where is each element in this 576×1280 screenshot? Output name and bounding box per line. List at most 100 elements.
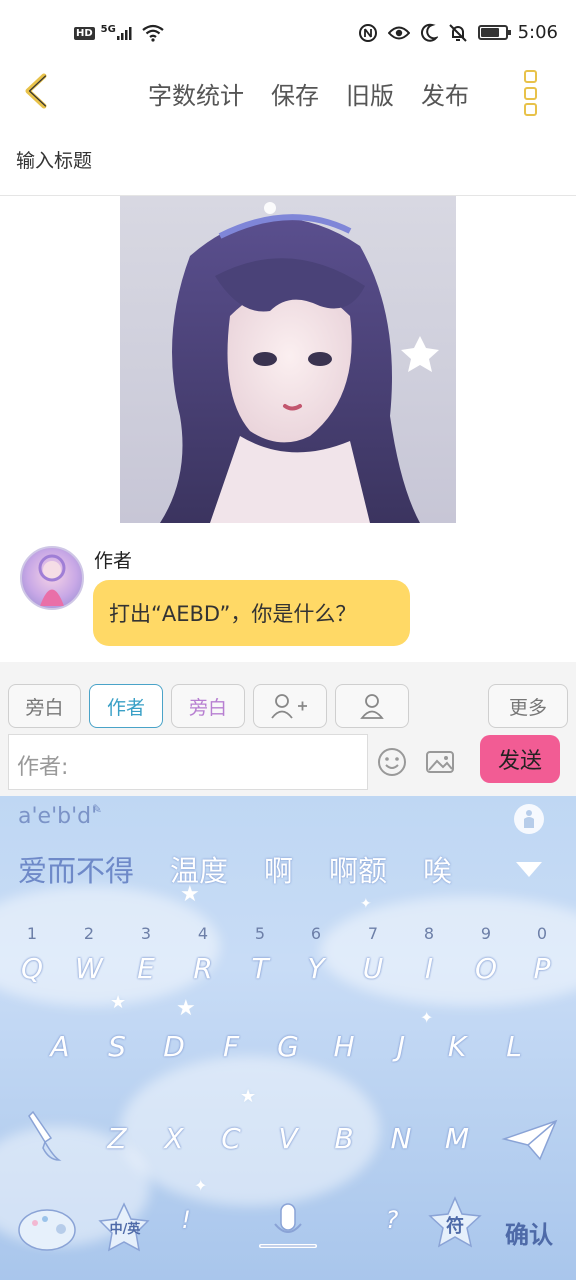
key-a[interactable]: A	[40, 1030, 80, 1063]
sparkle-icon: ✦	[360, 896, 372, 912]
key-exclamation[interactable]: !	[166, 1206, 206, 1234]
key-r[interactable]: R	[183, 952, 223, 985]
bell-off-icon	[448, 23, 467, 42]
key-hint: 1	[26, 924, 38, 943]
more-label: 更多	[508, 696, 547, 719]
word-count-button[interactable]: 字数统计	[148, 76, 244, 111]
candidate-item[interactable]: 爱而不得	[18, 848, 134, 890]
key-v[interactable]: V	[268, 1122, 308, 1155]
key-k[interactable]: K	[437, 1030, 477, 1063]
hd-badge: HD	[74, 26, 95, 40]
candidate-item[interactable]: 啊额	[329, 848, 387, 890]
network-type: 5G	[100, 23, 116, 35]
symbol-label: 符	[446, 1216, 464, 1237]
key-x[interactable]: X	[154, 1122, 194, 1155]
wifi-icon	[142, 24, 164, 42]
edit-pinyin-icon[interactable]: ✎	[92, 802, 102, 816]
brush-icon	[28, 1110, 62, 1161]
key-hint: 5	[254, 924, 266, 943]
key-hint: 8	[423, 924, 435, 943]
key-h[interactable]: H	[324, 1030, 364, 1063]
add-character-button[interactable]	[253, 684, 327, 728]
role-narrator-alt-button[interactable]: 旁白	[171, 684, 245, 728]
title-input[interactable]: 输入标题	[16, 146, 92, 173]
eye-icon	[387, 26, 410, 39]
input-prefix: 作者:	[17, 755, 69, 780]
key-o[interactable]: O	[466, 952, 506, 985]
pinyin-composition: a'e'b'd'	[18, 804, 98, 829]
key-s[interactable]: S	[97, 1030, 137, 1063]
language-switch-key[interactable]: 中/英	[98, 1202, 152, 1252]
top-toolbar: 字数统计 保存 旧版 发布	[0, 62, 576, 124]
message-input[interactable]: 作者:	[8, 734, 368, 790]
backspace-key[interactable]	[498, 1112, 562, 1168]
message-bubble[interactable]: 打出“AEBD”，你是什么？	[93, 580, 410, 646]
key-j[interactable]: J	[381, 1030, 421, 1063]
symbol-key[interactable]: 符	[428, 1196, 482, 1254]
send-button[interactable]: 发送	[480, 735, 560, 783]
key-e[interactable]: E	[126, 952, 166, 985]
key-z[interactable]: Z	[97, 1122, 137, 1155]
illustration	[160, 202, 439, 523]
key-t[interactable]: T	[240, 952, 280, 985]
key-f[interactable]: F	[211, 1030, 251, 1063]
key-u[interactable]: U	[353, 952, 393, 985]
key-y[interactable]: Y	[296, 952, 336, 985]
sparkle-icon: ✦	[194, 1176, 208, 1195]
key-w[interactable]: W	[69, 952, 109, 985]
confirm-key[interactable]: 确认	[494, 1210, 564, 1254]
key-hint: 4	[197, 924, 209, 943]
key-i[interactable]: I	[409, 952, 449, 985]
signal-icon	[116, 27, 132, 40]
key-hint: 3	[140, 924, 152, 943]
role-narrator-button[interactable]: 旁白	[8, 684, 81, 728]
space-key[interactable]	[250, 1200, 326, 1256]
key-b[interactable]: B	[324, 1122, 364, 1155]
sparkle-icon: ★	[240, 1086, 257, 1107]
keyboard-logo-icon[interactable]	[512, 802, 546, 836]
shift-key[interactable]	[18, 1106, 68, 1166]
candidate-item[interactable]: 啊	[264, 848, 293, 890]
emoji-palette-key[interactable]	[16, 1202, 80, 1258]
compose-panel: 旁白 作者 旁白 更多 作者: 发送	[0, 662, 576, 796]
menu-dot	[523, 70, 537, 83]
key-hint: 6	[310, 924, 322, 943]
menu-dot	[523, 103, 537, 116]
key-n[interactable]: N	[381, 1122, 421, 1155]
key-q[interactable]: Q	[12, 952, 52, 985]
image-icon[interactable]	[424, 746, 456, 778]
microphone-icon	[259, 1203, 317, 1248]
more-button[interactable]: 更多	[488, 684, 568, 728]
avatar[interactable]	[20, 546, 84, 610]
save-button[interactable]: 保存	[271, 76, 319, 111]
user-icon	[360, 694, 384, 719]
key-g[interactable]: G	[268, 1030, 308, 1063]
story-image[interactable]	[120, 196, 456, 523]
character-button[interactable]	[335, 684, 409, 728]
sparkle-icon: ★	[176, 996, 196, 1021]
message-text: 打出“AEBD”，你是什么？	[109, 602, 357, 626]
emoji-icon[interactable]	[376, 746, 408, 778]
user-add-icon	[271, 694, 307, 719]
key-m[interactable]: M	[437, 1122, 477, 1155]
sparkle-icon: ★	[110, 992, 127, 1013]
paper-plane-icon	[501, 1119, 558, 1161]
sparkle-icon: ✦	[420, 1008, 434, 1027]
role-author-button[interactable]: 作者	[89, 684, 163, 728]
status-bar: HD 5G 5:06	[0, 0, 576, 70]
expand-candidates-icon[interactable]	[516, 862, 542, 877]
key-question[interactable]: ?	[372, 1206, 412, 1234]
candidate-item[interactable]: 唉	[423, 848, 452, 890]
moon-icon	[420, 23, 438, 42]
publish-button[interactable]: 发布	[421, 76, 469, 111]
status-right: 5:06	[358, 22, 558, 43]
back-icon[interactable]	[16, 68, 62, 114]
nfc-icon	[358, 23, 377, 42]
more-menu-icon[interactable]	[522, 70, 538, 116]
language-label: 中/英	[109, 1221, 141, 1237]
old-version-button[interactable]: 旧版	[346, 76, 394, 111]
key-l[interactable]: L	[494, 1030, 534, 1063]
key-d[interactable]: D	[154, 1030, 194, 1063]
key-c[interactable]: C	[211, 1122, 251, 1155]
key-p[interactable]: P	[522, 952, 562, 985]
